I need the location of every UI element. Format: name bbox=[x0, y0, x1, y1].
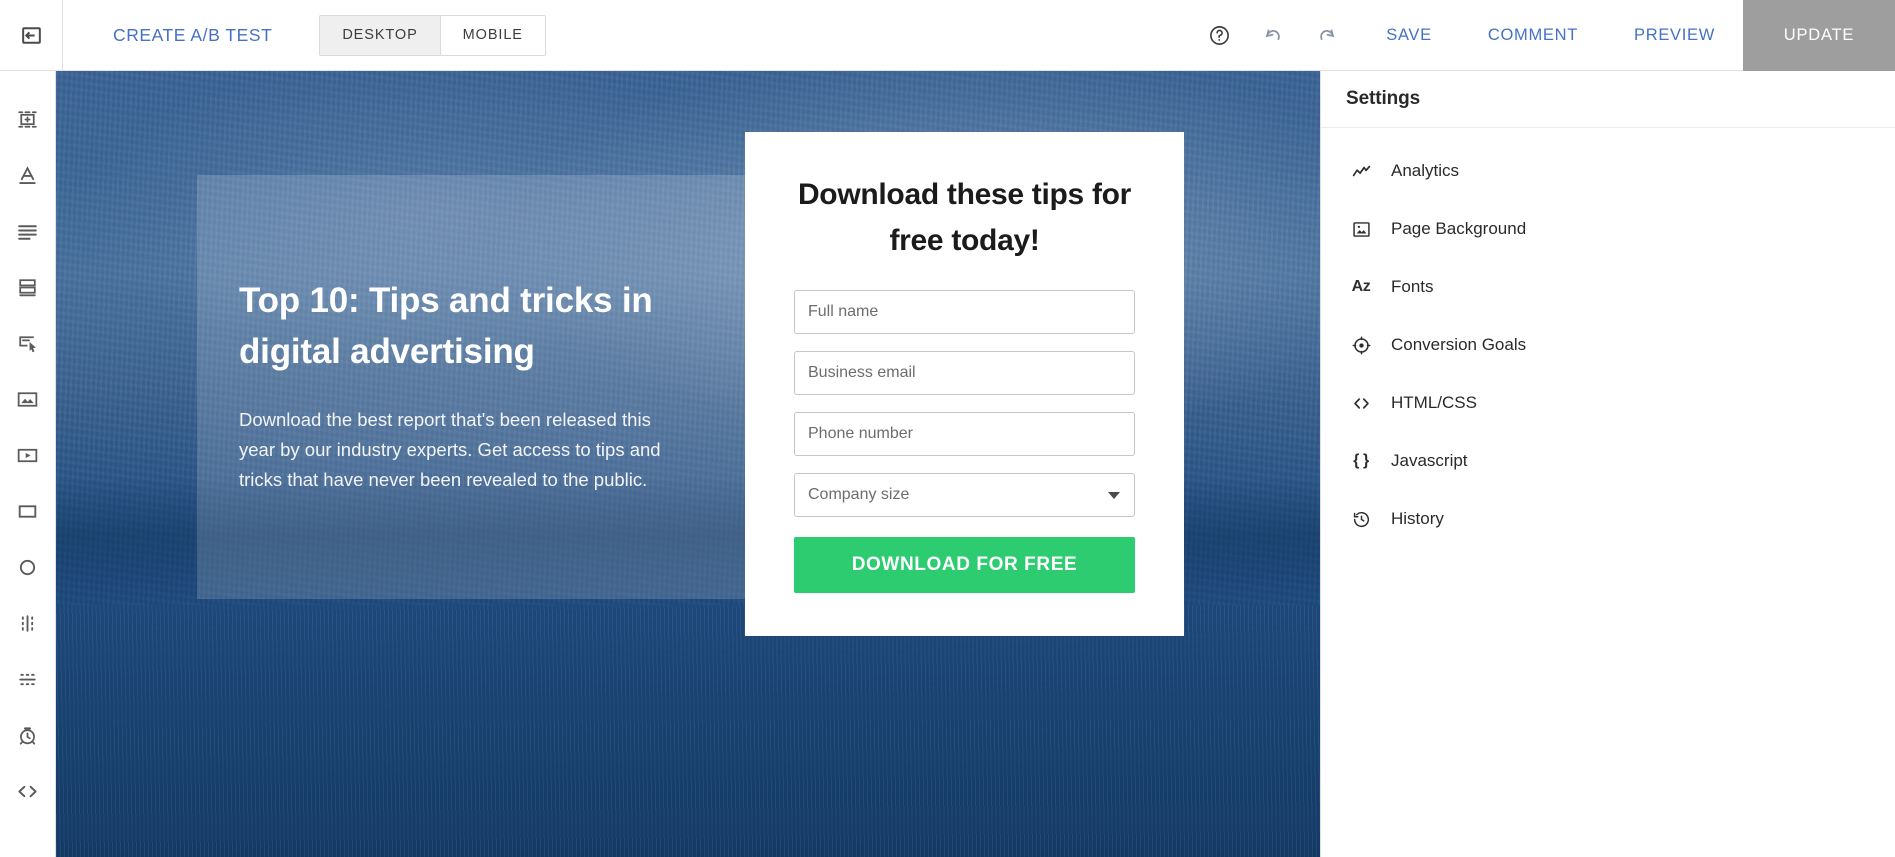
viewport-toggle: DESKTOP MOBILE bbox=[319, 14, 546, 56]
form-fields: Full name Business email Phone number Co… bbox=[794, 290, 1135, 517]
create-ab-test-button[interactable]: CREATE A/B TEST bbox=[113, 25, 272, 46]
page-canvas[interactable]: Top 10: Tips and tricks in digital adver… bbox=[56, 71, 1320, 857]
hero-body-text: Download the best report that's been rel… bbox=[239, 409, 661, 490]
comment-button[interactable]: COMMENT bbox=[1488, 26, 1578, 45]
redo-arrow-icon bbox=[1315, 23, 1339, 47]
tool-add-section[interactable] bbox=[0, 91, 56, 147]
settings-item-label: Fonts bbox=[1391, 277, 1434, 296]
tool-text[interactable] bbox=[0, 147, 56, 203]
top-toolbar: CREATE A/B TEST DESKTOP MOBILE SAVE COMM… bbox=[0, 0, 1895, 71]
settings-item-label: HTML/CSS bbox=[1391, 393, 1477, 412]
image-icon bbox=[15, 387, 40, 412]
tool-paragraph[interactable] bbox=[0, 203, 56, 259]
curly-braces-icon: { } bbox=[1346, 446, 1376, 476]
hero-section[interactable]: Top 10: Tips and tricks in digital adver… bbox=[197, 175, 825, 599]
viewport-desktop-button[interactable]: DESKTOP bbox=[320, 15, 441, 55]
settings-item-html-css[interactable]: HTML/CSS bbox=[1321, 374, 1895, 432]
curly-braces-glyph: { } bbox=[1353, 452, 1369, 469]
rows-icon bbox=[15, 275, 40, 300]
settings-item-analytics[interactable]: Analytics bbox=[1321, 142, 1895, 200]
business-email-field[interactable]: Business email bbox=[794, 351, 1135, 395]
viewport-mobile-button[interactable]: MOBILE bbox=[440, 15, 545, 55]
box-icon bbox=[15, 499, 40, 524]
undo-button[interactable] bbox=[1250, 12, 1296, 58]
tool-rows[interactable] bbox=[0, 259, 56, 315]
settings-panel: Settings Analytics Page Background Az Fo… bbox=[1320, 71, 1895, 857]
phone-number-field[interactable]: Phone number bbox=[794, 412, 1135, 456]
text-icon bbox=[15, 163, 40, 188]
exit-left-icon bbox=[19, 23, 44, 48]
settings-list: Analytics Page Background Az Fonts Conve… bbox=[1321, 128, 1895, 548]
analytics-trend-icon bbox=[1346, 156, 1376, 186]
history-clock-icon bbox=[1346, 504, 1376, 534]
code-icon bbox=[15, 779, 40, 804]
tool-box[interactable] bbox=[0, 483, 56, 539]
download-for-free-button[interactable]: DOWNLOAD FOR FREE bbox=[794, 537, 1135, 593]
tool-circle[interactable] bbox=[0, 539, 56, 595]
countdown-timer-icon bbox=[15, 723, 40, 748]
settings-header: Settings bbox=[1321, 71, 1895, 128]
hero-title: Top 10: Tips and tricks in digital adver… bbox=[239, 281, 653, 371]
video-icon bbox=[15, 443, 40, 468]
target-icon bbox=[1346, 330, 1376, 360]
left-tool-rail bbox=[0, 71, 56, 857]
form-title: Download these tips for free today! bbox=[797, 178, 1132, 257]
settings-item-javascript[interactable]: { } Javascript bbox=[1321, 432, 1895, 490]
settings-item-conversion-goals[interactable]: Conversion Goals bbox=[1321, 316, 1895, 374]
settings-item-label: Page Background bbox=[1391, 219, 1527, 238]
image-icon bbox=[1346, 214, 1376, 244]
tool-button[interactable] bbox=[0, 315, 56, 371]
circle-icon bbox=[15, 555, 40, 580]
tool-vertical-divider[interactable] bbox=[0, 595, 56, 651]
settings-item-label: Javascript bbox=[1391, 451, 1468, 470]
tool-code[interactable] bbox=[0, 763, 56, 819]
save-button[interactable]: SAVE bbox=[1386, 26, 1432, 45]
lead-capture-form[interactable]: Download these tips for free today! Full… bbox=[745, 132, 1184, 636]
fonts-az-glyph: Az bbox=[1351, 278, 1371, 295]
settings-item-page-background[interactable]: Page Background bbox=[1321, 200, 1895, 258]
tool-image[interactable] bbox=[0, 371, 56, 427]
settings-item-fonts[interactable]: Az Fonts bbox=[1321, 258, 1895, 316]
tool-video[interactable] bbox=[0, 427, 56, 483]
vertical-divider-icon bbox=[15, 611, 40, 636]
company-size-value: Company size bbox=[808, 486, 910, 503]
full-name-field[interactable]: Full name bbox=[794, 290, 1135, 334]
code-angle-brackets-icon bbox=[1346, 388, 1376, 418]
tool-countdown-timer[interactable] bbox=[0, 707, 56, 763]
settings-item-history[interactable]: History bbox=[1321, 490, 1895, 548]
settings-title: Settings bbox=[1346, 88, 1421, 109]
help-button[interactable] bbox=[1196, 12, 1242, 58]
back-button[interactable] bbox=[0, 0, 63, 71]
fonts-az-icon: Az bbox=[1346, 272, 1376, 302]
redo-button[interactable] bbox=[1304, 12, 1350, 58]
add-section-icon bbox=[15, 107, 40, 132]
settings-item-label: History bbox=[1391, 509, 1444, 528]
settings-item-label: Analytics bbox=[1391, 161, 1460, 180]
tool-horizontal-divider[interactable] bbox=[0, 651, 56, 707]
undo-arrow-icon bbox=[1261, 23, 1285, 47]
horizontal-divider-icon bbox=[15, 667, 40, 692]
chevron-down-icon bbox=[1108, 492, 1120, 499]
background-water bbox=[56, 605, 1320, 857]
preview-button[interactable]: PREVIEW bbox=[1634, 26, 1715, 45]
settings-item-label: Conversion Goals bbox=[1391, 335, 1527, 354]
button-click-icon bbox=[15, 331, 40, 356]
update-button[interactable]: UPDATE bbox=[1743, 0, 1895, 71]
paragraph-icon bbox=[15, 219, 40, 244]
company-size-select[interactable]: Company size bbox=[794, 473, 1135, 517]
help-circle-icon bbox=[1208, 24, 1231, 47]
